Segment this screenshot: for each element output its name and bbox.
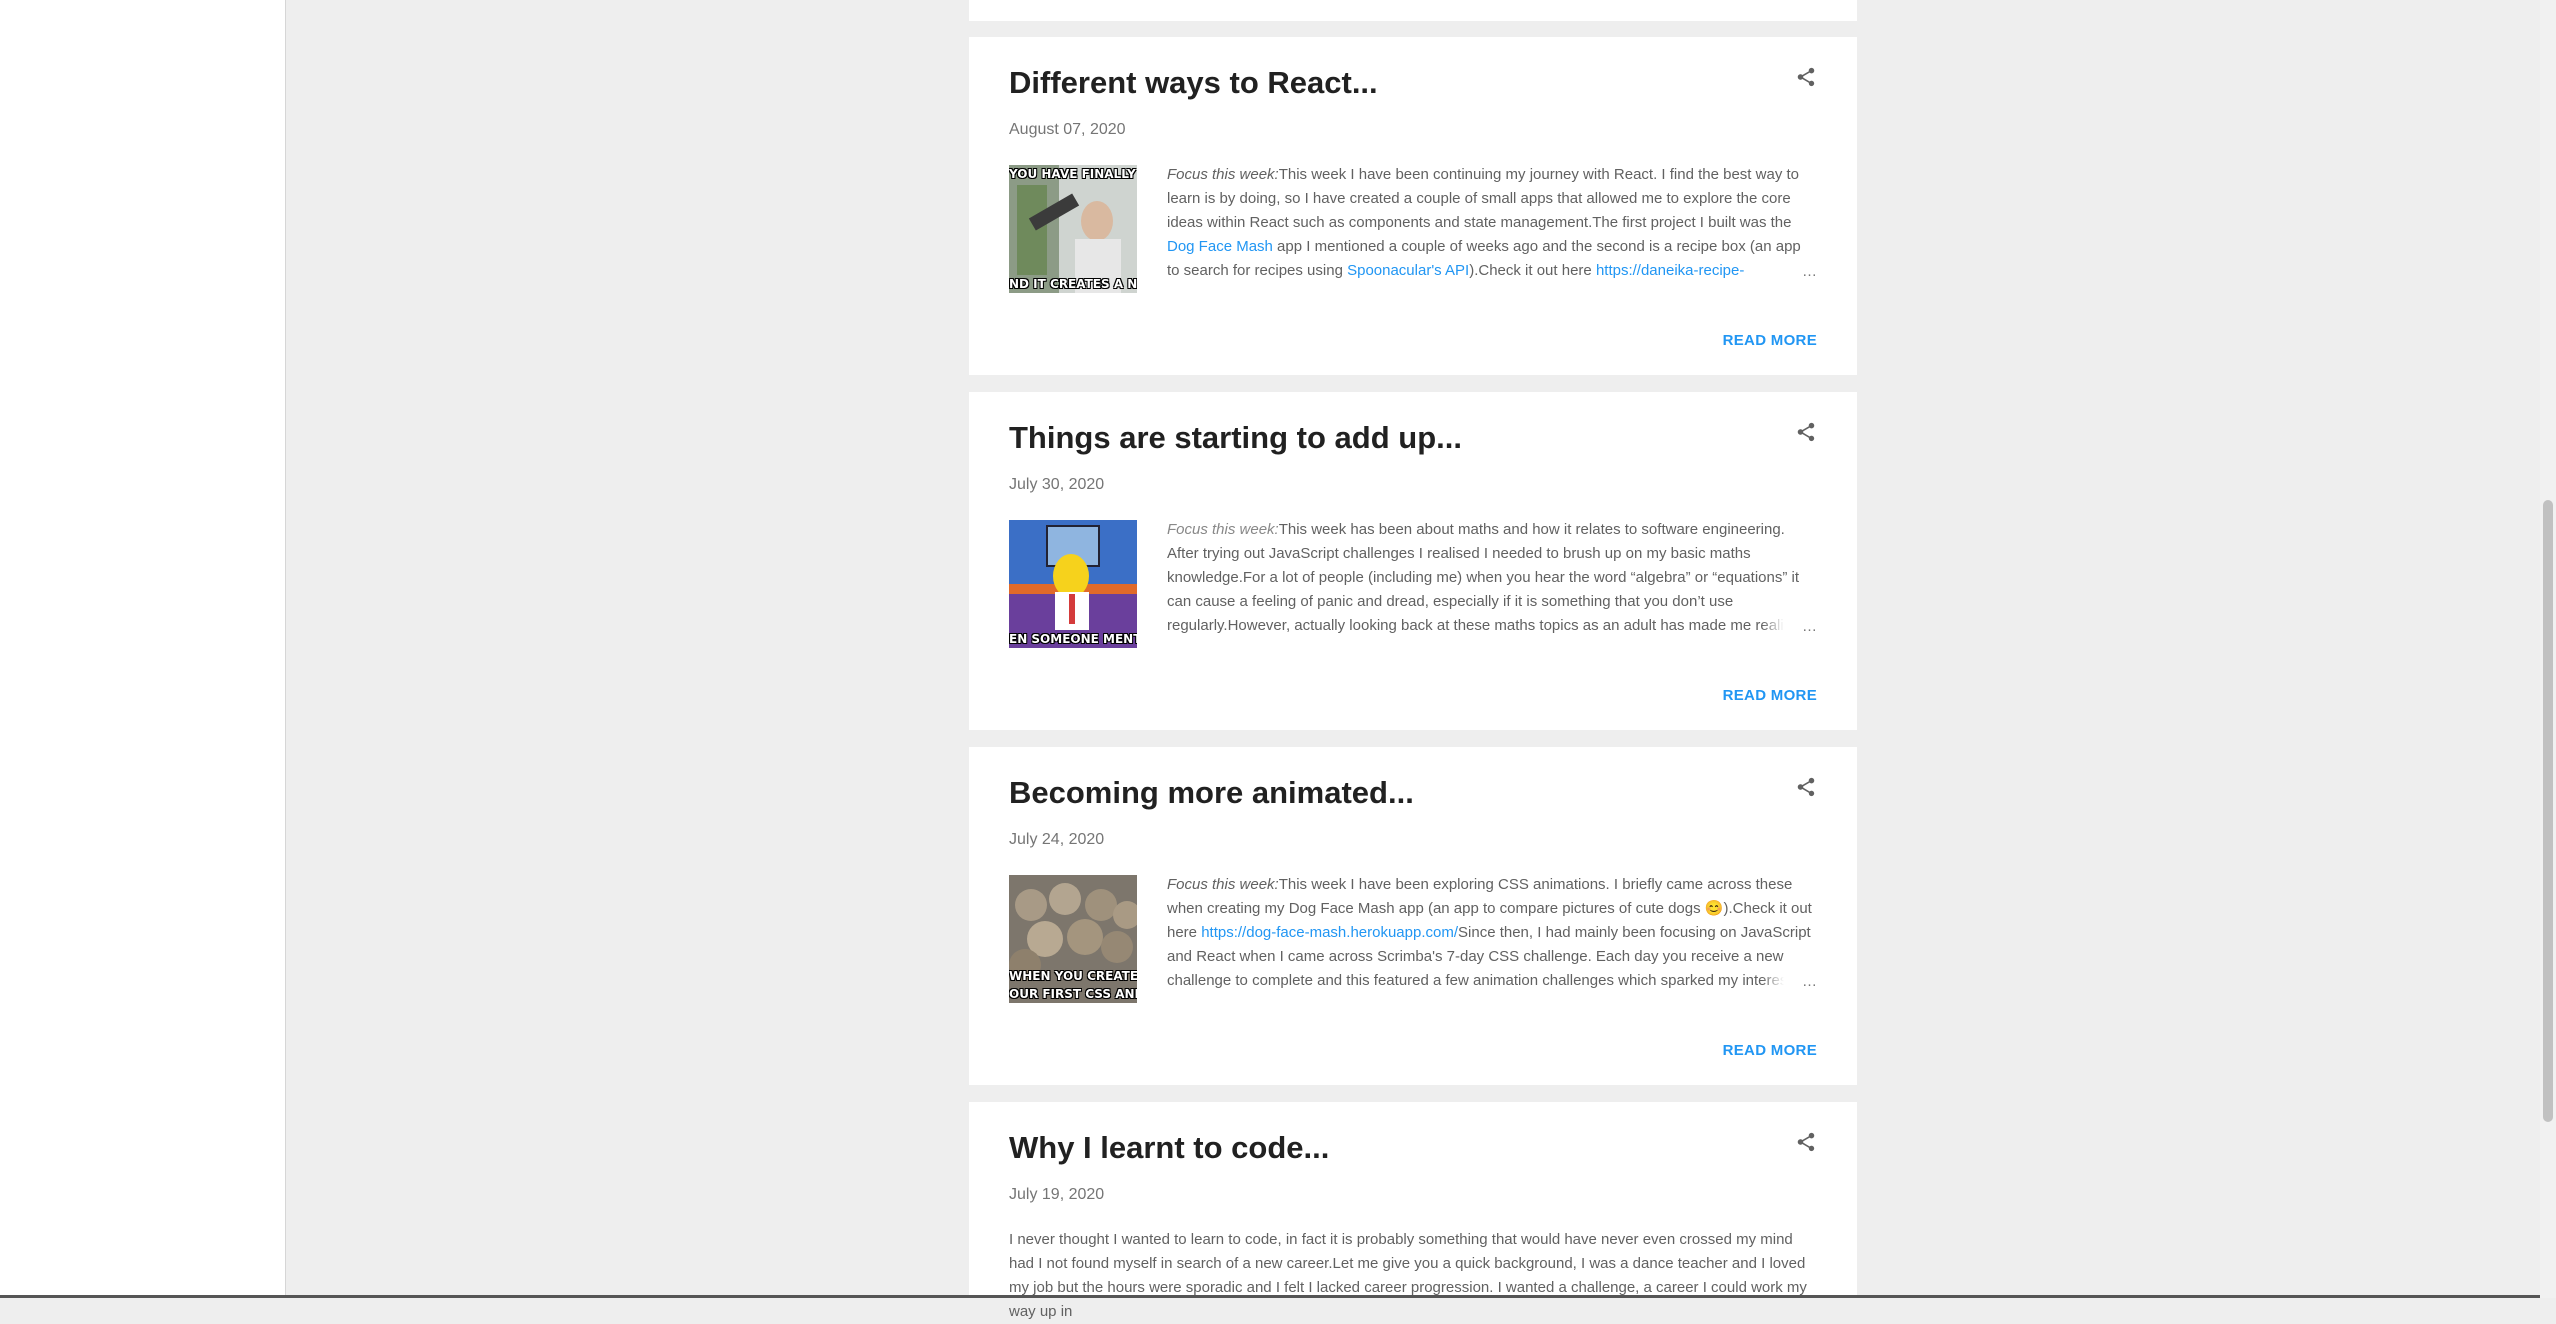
focus-label: Focus this week:: [1167, 166, 1279, 183]
left-sidebar: [0, 0, 286, 1298]
post-title[interactable]: Becoming more animated...: [1009, 775, 1414, 811]
snippet-ellipsis: …: [1762, 618, 1817, 635]
dog-face-mash-url-link[interactable]: https://dog-face-mash.herokuapp.com/: [1201, 924, 1458, 941]
share-icon[interactable]: [1795, 65, 1817, 89]
thumbnail-caption: ND IT CREATES A NEW ONE: [1009, 277, 1137, 291]
read-more-link[interactable]: READ MORE: [1723, 687, 1817, 704]
post-title[interactable]: Things are starting to add up...: [1009, 420, 1462, 456]
thumbnail-caption: WHEN YOU CREATE: [1009, 969, 1137, 983]
share-icon[interactable]: [1795, 420, 1817, 444]
read-more-link[interactable]: READ MORE: [1723, 332, 1817, 349]
share-icon[interactable]: [1795, 1130, 1817, 1154]
post-date: July 30, 2020: [1009, 476, 1105, 493]
post-snippet: I never thought I wanted to learn to cod…: [1009, 1231, 1807, 1320]
previous-post-card: [969, 0, 1857, 21]
post-card: Why I learnt to code... July 19, 2020 I …: [969, 1102, 1857, 1320]
smile-emoji: 😊: [1704, 900, 1724, 917]
read-more-link[interactable]: READ MORE: [1723, 1042, 1817, 1059]
thumbnail-caption: EN SOMEONE MENTIONS ALGE: [1009, 632, 1137, 646]
snippet-ellipsis: …: [1762, 263, 1817, 280]
post-title[interactable]: Why I learnt to code...: [1009, 1130, 1329, 1166]
page-scrollbar[interactable]: [2540, 0, 2556, 1298]
snippet-ellipsis: …: [1762, 973, 1817, 990]
post-card: Becoming more animated... July 24, 2020 …: [969, 747, 1857, 1085]
post-snippet: Focus this week:This week I have been ex…: [1167, 876, 1812, 989]
thumbnail-caption: OUR FIRST CSS ANIMATIO: [1009, 987, 1137, 1001]
post-snippet: Focus this week:This week I have been co…: [1167, 166, 1801, 279]
post-thumbnail[interactable]: YOU HAVE FINALLY FIXED A ND IT CREATES A…: [1009, 165, 1137, 293]
scrollbar-thumb[interactable]: [2543, 500, 2553, 1122]
post-card: Things are starting to add up... July 30…: [969, 392, 1857, 730]
focus-label: Focus this week:: [1167, 876, 1279, 893]
post-date: July 24, 2020: [1009, 831, 1105, 848]
recipe-app-link[interactable]: https://daneika-recipe-: [1596, 262, 1744, 279]
dog-face-mash-link[interactable]: Dog Face Mash: [1167, 238, 1273, 255]
focus-label: Focus this week:: [1167, 521, 1279, 538]
post-date: July 19, 2020: [1009, 1186, 1105, 1203]
spoonacular-link[interactable]: Spoonacular's API: [1347, 262, 1469, 279]
share-icon[interactable]: [1795, 775, 1817, 799]
post-card: Different ways to React... August 07, 20…: [969, 37, 1857, 375]
post-title[interactable]: Different ways to React...: [1009, 65, 1378, 101]
post-thumbnail[interactable]: WHEN YOU CREATE OUR FIRST CSS ANIMATIO: [1009, 875, 1137, 1003]
thumbnail-caption: YOU HAVE FINALLY FIXED A: [1009, 167, 1137, 181]
post-thumbnail[interactable]: EN SOMEONE MENTIONS ALGE: [1009, 520, 1137, 648]
post-date: August 07, 2020: [1009, 121, 1126, 138]
post-snippet: Focus this week:This week has been about…: [1167, 521, 1800, 634]
